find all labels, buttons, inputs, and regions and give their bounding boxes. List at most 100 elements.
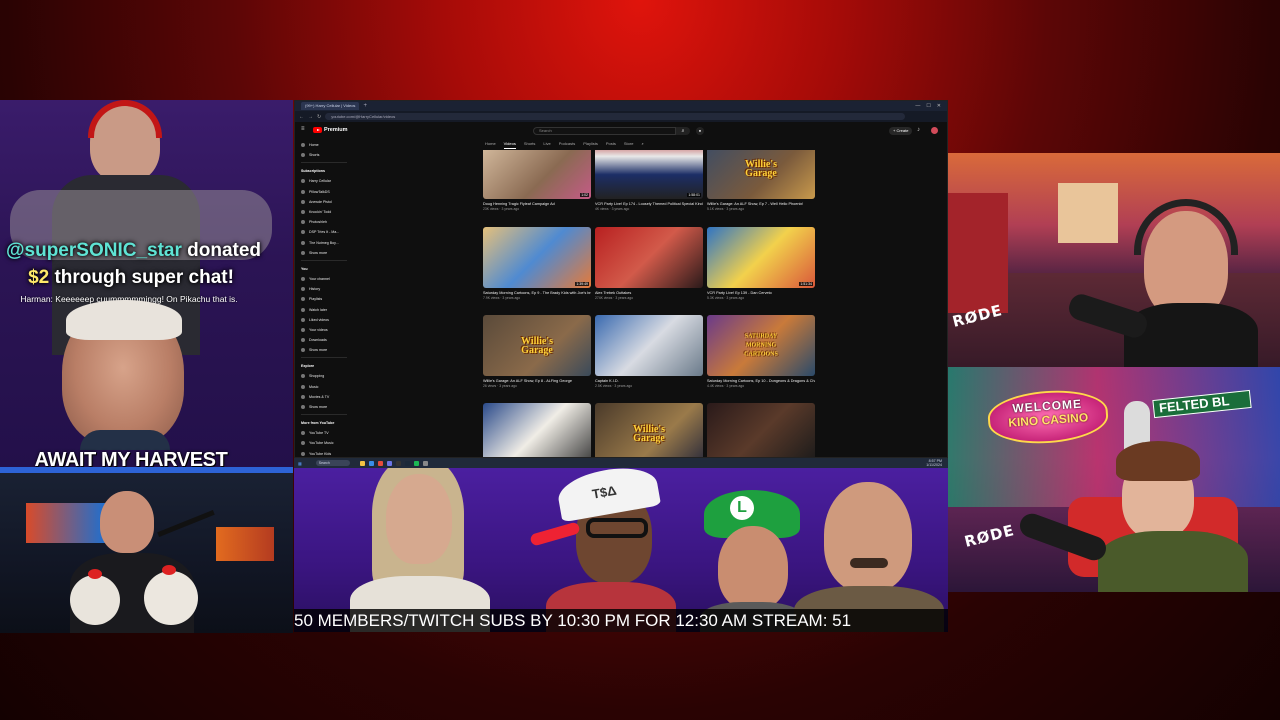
sidebar-you-item-0[interactable]: Your channel [301, 274, 353, 284]
browser-icon[interactable] [368, 460, 374, 466]
channel-tab-posts[interactable]: Posts [606, 141, 616, 149]
video-thumbnail[interactable]: 1:51:34 [707, 227, 815, 288]
sidebar-subscription-3[interactable]: Knockin' Todd [301, 207, 353, 217]
video-title[interactable]: Saturday Morning Cartoons, Ep 10 - Dunge… [707, 379, 815, 383]
video-thumbnail[interactable]: Willie's Garage [595, 403, 703, 457]
sidebar-more-item-2[interactable]: YouTube Kids [301, 449, 353, 458]
sidebar-subscription-2[interactable]: Anewde Pistol [301, 197, 353, 207]
notifications-bell-icon[interactable]: ♪ [917, 127, 920, 133]
video-thumbnail[interactable] [595, 315, 703, 376]
search-icon[interactable]: ⌕ [676, 127, 690, 135]
sidebar-you-item-3[interactable]: Watch later [301, 304, 353, 314]
sidebar-you-item-2[interactable]: Playlists [301, 294, 353, 304]
streamer-webcam-right-bottom: WELCOME KINO CASINO FELTED BL RØDE [948, 367, 1280, 592]
close-icon[interactable]: ✕ [937, 103, 941, 109]
video-thumbnail[interactable]: SATURDAY MORNING CARTOONS [707, 315, 815, 376]
video-title[interactable]: Captain K.I.D. [595, 379, 703, 383]
video-title[interactable]: Saturday Morning Cartoons, Ep 9 - The Br… [483, 291, 591, 295]
minimize-icon[interactable]: — [915, 103, 920, 109]
channel-tab-store[interactable]: Store [624, 141, 634, 149]
video-thumbnail[interactable]: 1:02 [483, 150, 591, 199]
sidebar-you-item-7[interactable]: Show more [301, 345, 353, 355]
browser-tab-youtube[interactable]: (99+) Harry Cellular | Videos [301, 102, 360, 110]
start-menu-icon[interactable]: ▦ [298, 461, 302, 466]
video-thumbnail[interactable]: Willie's Garage [707, 150, 815, 199]
video-thumbnail[interactable]: 1:58:01 [595, 150, 703, 199]
spotify-icon[interactable] [413, 460, 419, 466]
back-icon[interactable]: ← [299, 114, 304, 120]
channel-tab-live[interactable]: Live [543, 141, 550, 149]
taskbar-search-input[interactable]: Search [315, 460, 350, 466]
youtube-search-input[interactable]: Search [533, 127, 676, 135]
obs-icon[interactable] [395, 460, 401, 466]
sidebar-you-item-1[interactable]: History [301, 284, 353, 294]
sidebar-explore-item-1[interactable]: Music [301, 382, 353, 392]
video-title[interactable]: VCR Party Live! Ep 139 - Dan Cerveto [707, 291, 815, 295]
video-card[interactable]: 1:51:34 VCR Party Live! Ep 139 - Dan Cerv… [707, 227, 815, 300]
video-title[interactable]: Willie's Garage: An ALF Show, Ep 8 - ALF… [483, 379, 591, 383]
youtube-logo[interactable]: Premium [313, 127, 348, 133]
video-title[interactable]: Willie's Garage: An ALF Show, Ep 7 - Wel… [707, 202, 815, 206]
system-tray-clock[interactable]: 8:57 PM 1/11/2024 [926, 459, 948, 467]
video-meta: 26 views · 3 years ago [483, 384, 517, 388]
video-card[interactable]: 1:39:49 Saturday Morning Cartoons, Ep 9 -… [483, 227, 591, 300]
video-title[interactable]: Doug Henning Tragic Flyleaf Campaign Ad [483, 202, 591, 206]
channel-tab-podcasts[interactable]: Podcasts [559, 141, 575, 149]
sidebar-subscription-0[interactable]: Harry Cellular [301, 176, 353, 186]
discord-icon[interactable] [386, 460, 392, 466]
sidebar-explore-item-2[interactable]: Movies & TV [301, 392, 353, 402]
video-thumbnail[interactable]: 1:39:49 [483, 227, 591, 288]
sidebar-explore-item-3-icon [301, 405, 305, 410]
settings-icon[interactable] [422, 460, 428, 466]
sidebar-more-item-0[interactable]: YouTube TV [301, 428, 353, 438]
sidebar-subscription-6[interactable]: The Nutmeg Boy... [301, 238, 353, 248]
video-card[interactable]: Willie's Garage [595, 403, 703, 457]
sidebar-item-top-0[interactable]: Home [301, 140, 353, 150]
video-title[interactable]: VCR Party Live! Ep 174 - Loosely Themed … [595, 202, 703, 206]
video-card[interactable]: SATURDAY MORNING CARTOONS Saturday Mornin… [707, 315, 815, 388]
sidebar-you-item-4[interactable]: Liked videos [301, 315, 353, 325]
file-explorer-icon[interactable] [359, 460, 365, 466]
subscriber-goal-ticker: 50 MEMBERS/TWITCH SUBS BY 10:30 PM FOR 1… [294, 609, 948, 632]
video-thumbnail[interactable] [707, 403, 815, 457]
sidebar-more-item-1[interactable]: YouTube Music [301, 438, 353, 448]
steam-icon[interactable] [404, 460, 410, 466]
channel-search-icon[interactable]: ⌕ [641, 141, 643, 149]
maximize-icon[interactable]: ☐ [926, 103, 930, 109]
hamburger-menu-icon[interactable]: ≡ [301, 126, 305, 132]
channel-tab-shorts[interactable]: Shorts [524, 141, 536, 149]
sidebar-subscription-4[interactable]: Photoshleh [301, 217, 353, 227]
sidebar-subscription-5[interactable]: DSP Tries It - Ma... [301, 227, 353, 237]
video-card[interactable] [483, 403, 591, 457]
new-tab-icon[interactable]: + [363, 103, 367, 109]
forward-icon[interactable]: → [308, 114, 313, 120]
chrome-icon[interactable] [377, 460, 383, 466]
sidebar-explore-item-0[interactable]: Shopping [301, 371, 353, 381]
channel-tab-playlists[interactable]: Playlists [583, 141, 598, 149]
sidebar-show-more-label: Show more [309, 250, 328, 255]
video-card[interactable]: Captain K.I.D. 2.5K views · 3 years ago [595, 315, 703, 388]
video-card[interactable]: Alex Trebek Outtakes 274K views · 3 years… [595, 227, 703, 300]
video-card[interactable]: Willie's Garage Willie's Garage: An ALF S… [707, 150, 815, 211]
url-input[interactable]: youtube.com/@HarryCellular/videos [325, 113, 906, 120]
sidebar-explore-item-3[interactable]: Show more [301, 402, 353, 412]
video-thumbnail[interactable] [483, 403, 591, 457]
video-thumbnail[interactable] [595, 227, 703, 288]
video-card[interactable]: 1:02 Doug Henning Tragic Flyleaf Campaign… [483, 150, 591, 211]
sidebar-subscription-1[interactable]: PillowTalkDS [301, 187, 353, 197]
reload-icon[interactable]: ↻ [317, 114, 321, 120]
sidebar-you-item-6[interactable]: Downloads [301, 335, 353, 345]
video-card[interactable] [707, 403, 815, 457]
video-card[interactable]: 1:58:01 VCR Party Live! Ep 174 - Loosely … [595, 150, 703, 211]
video-title[interactable]: Alex Trebek Outtakes [595, 291, 703, 295]
video-thumbnail[interactable]: Willie's Garage [483, 315, 591, 376]
microphone-icon[interactable]: ● [696, 127, 704, 135]
video-card[interactable]: Willie's Garage Willie's Garage: An ALF S… [483, 315, 591, 388]
sidebar-show-more[interactable]: Show more [301, 248, 353, 258]
sidebar-you-item-5[interactable]: Your videos [301, 325, 353, 335]
sidebar-item-top-1[interactable]: Shorts [301, 150, 353, 160]
account-avatar[interactable] [931, 127, 938, 134]
channel-tab-home[interactable]: Home [485, 141, 496, 149]
channel-tab-videos[interactable]: Videos [503, 141, 516, 149]
create-button[interactable]: + Create [889, 127, 913, 135]
